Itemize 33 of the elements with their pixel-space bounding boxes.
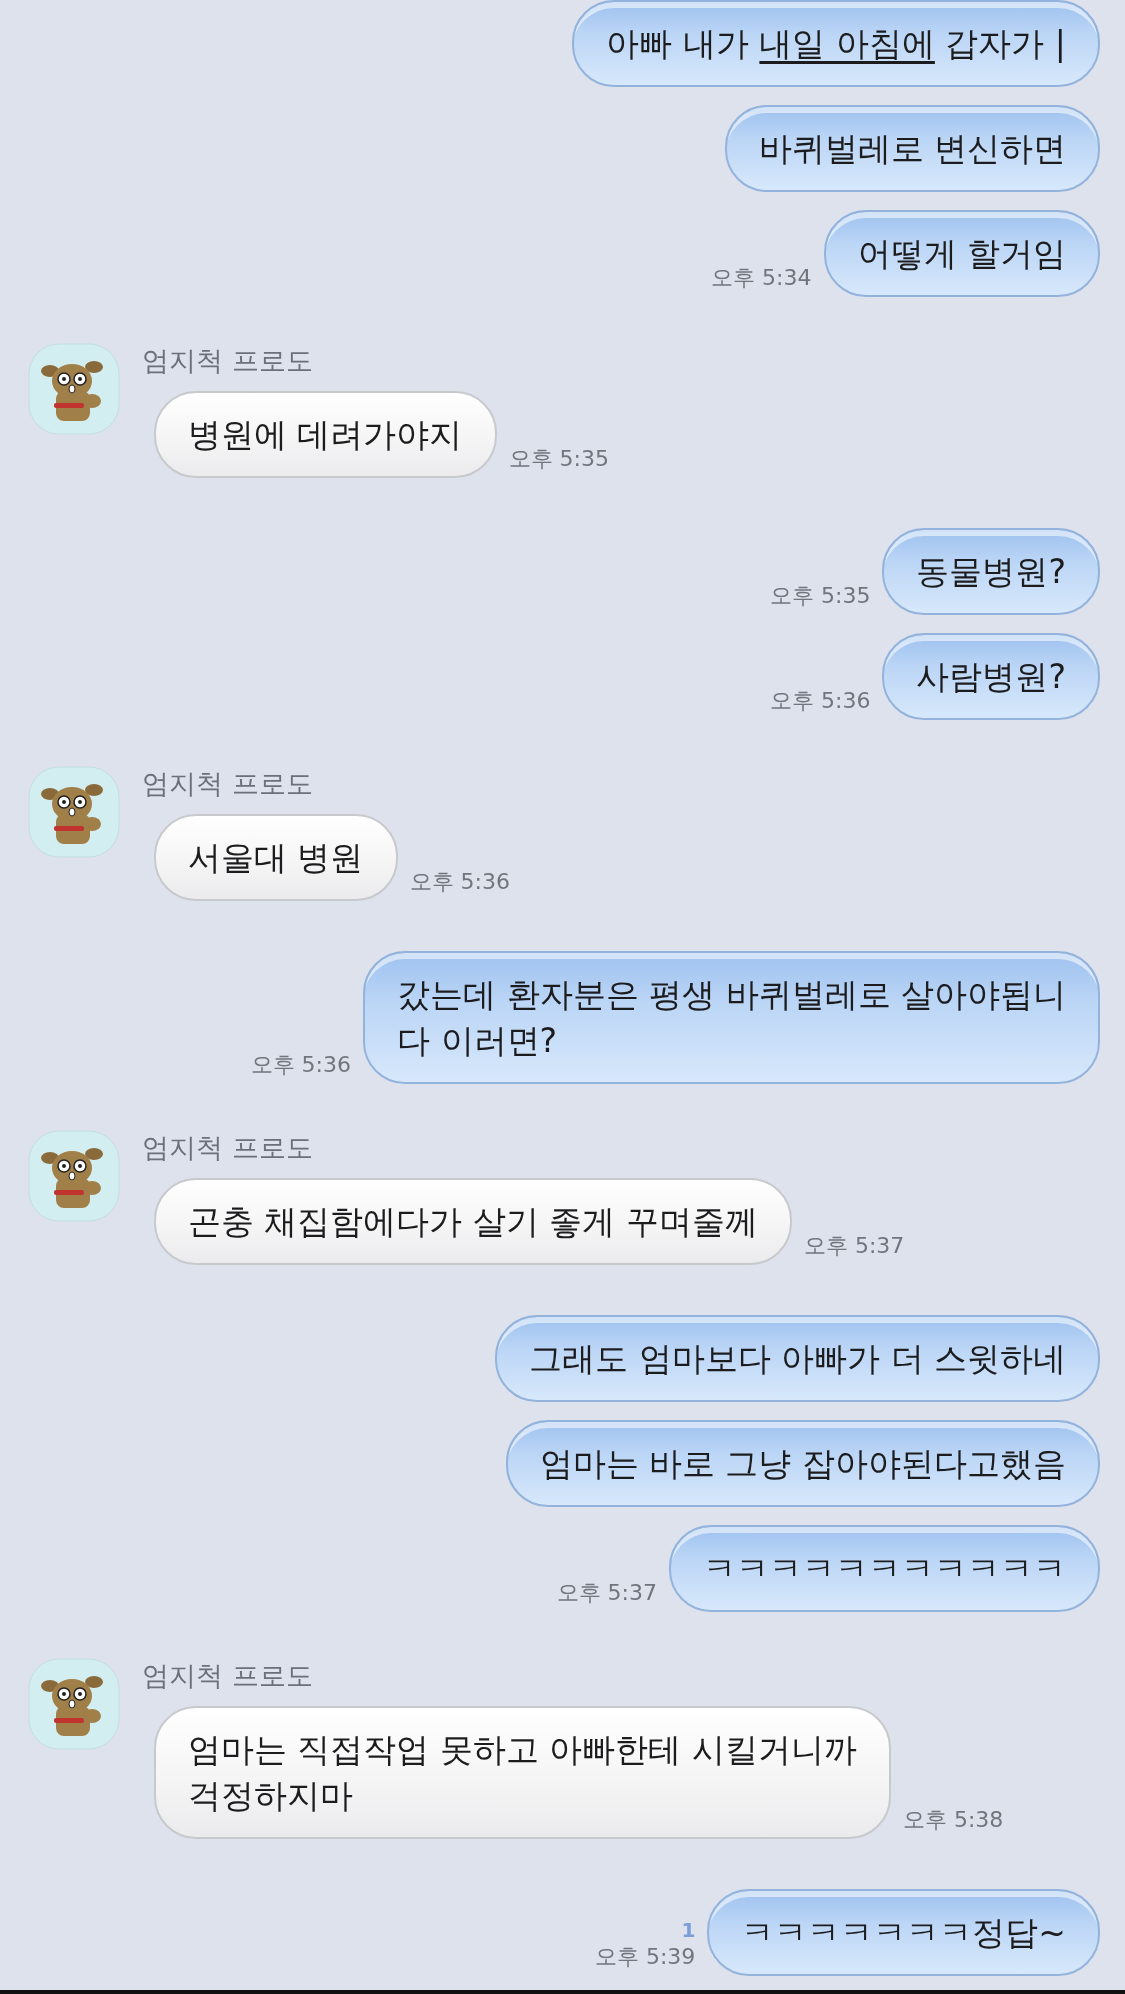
message-time: 오후 5:36 (770, 687, 871, 715)
message-bubble: 바퀴벌레로 변신하면 (724, 105, 1100, 192)
message-bubble: 엄마는 바로 그냥 잡아야된다고했음 (505, 1420, 1100, 1507)
message-bubble: 엄마는 직접작업 못하고 아빠한테 시킬거니까 걱정하지마 (154, 1706, 891, 1839)
message-time: 오후 5:36 (250, 1051, 352, 1079)
message-time: 오후 5:37 (556, 1579, 657, 1607)
message-bubble: 동물병원? (882, 528, 1100, 615)
message-bubble: 그래도 엄마보다 아빠가 더 스윗하네 (495, 1315, 1100, 1402)
message-bubble: 병원에 데려가야지 (154, 391, 497, 478)
message-time: 오후 5:36 (409, 868, 510, 896)
message-time: 오후 5:34 (711, 264, 812, 292)
message-time: 오후 5:35 (770, 582, 871, 610)
sender-name: 엄지척 프로도 (141, 344, 314, 378)
message-time: 오후 5:38 (902, 1806, 1004, 1834)
sender-name: 엄지척 프로도 (141, 1659, 314, 1693)
message-time: 오후 5:37 (803, 1232, 905, 1260)
message-time: 오후 5:39 (594, 1943, 696, 1971)
message-time: 오후 5:35 (508, 445, 609, 473)
message-bubble: ㅋㅋㅋㅋㅋㅋㅋ정답~ (707, 1889, 1100, 1976)
message-bubble: 사람병원? (882, 633, 1100, 720)
dog-avatar-icon[interactable] (28, 1130, 120, 1222)
message-bubble: 곤충 채집함에다가 살기 좋게 꾸며줄께 (154, 1178, 792, 1265)
sender-name: 엄지척 프로도 (141, 767, 314, 801)
dog-avatar-icon[interactable] (28, 1658, 120, 1750)
message-bubble: 아빠 내가 내일 아침에 갑자가 | (572, 0, 1100, 87)
dog-avatar-icon[interactable] (28, 766, 120, 858)
message-bubble: 서울대 병원 (154, 814, 398, 901)
sender-name: 엄지척 프로도 (141, 1131, 314, 1165)
unread-count: 1 (681, 1918, 696, 1942)
message-bubble: ㅋㅋㅋㅋㅋㅋㅋㅋㅋㅋㅋ (669, 1525, 1100, 1612)
message-bubble: 갔는데 환자분은 평생 바퀴벌레로 살아야됩니 다 이러면? (363, 951, 1100, 1084)
message-bubble: 어떻게 할거임 (823, 210, 1100, 297)
dog-avatar-icon[interactable] (28, 343, 120, 435)
